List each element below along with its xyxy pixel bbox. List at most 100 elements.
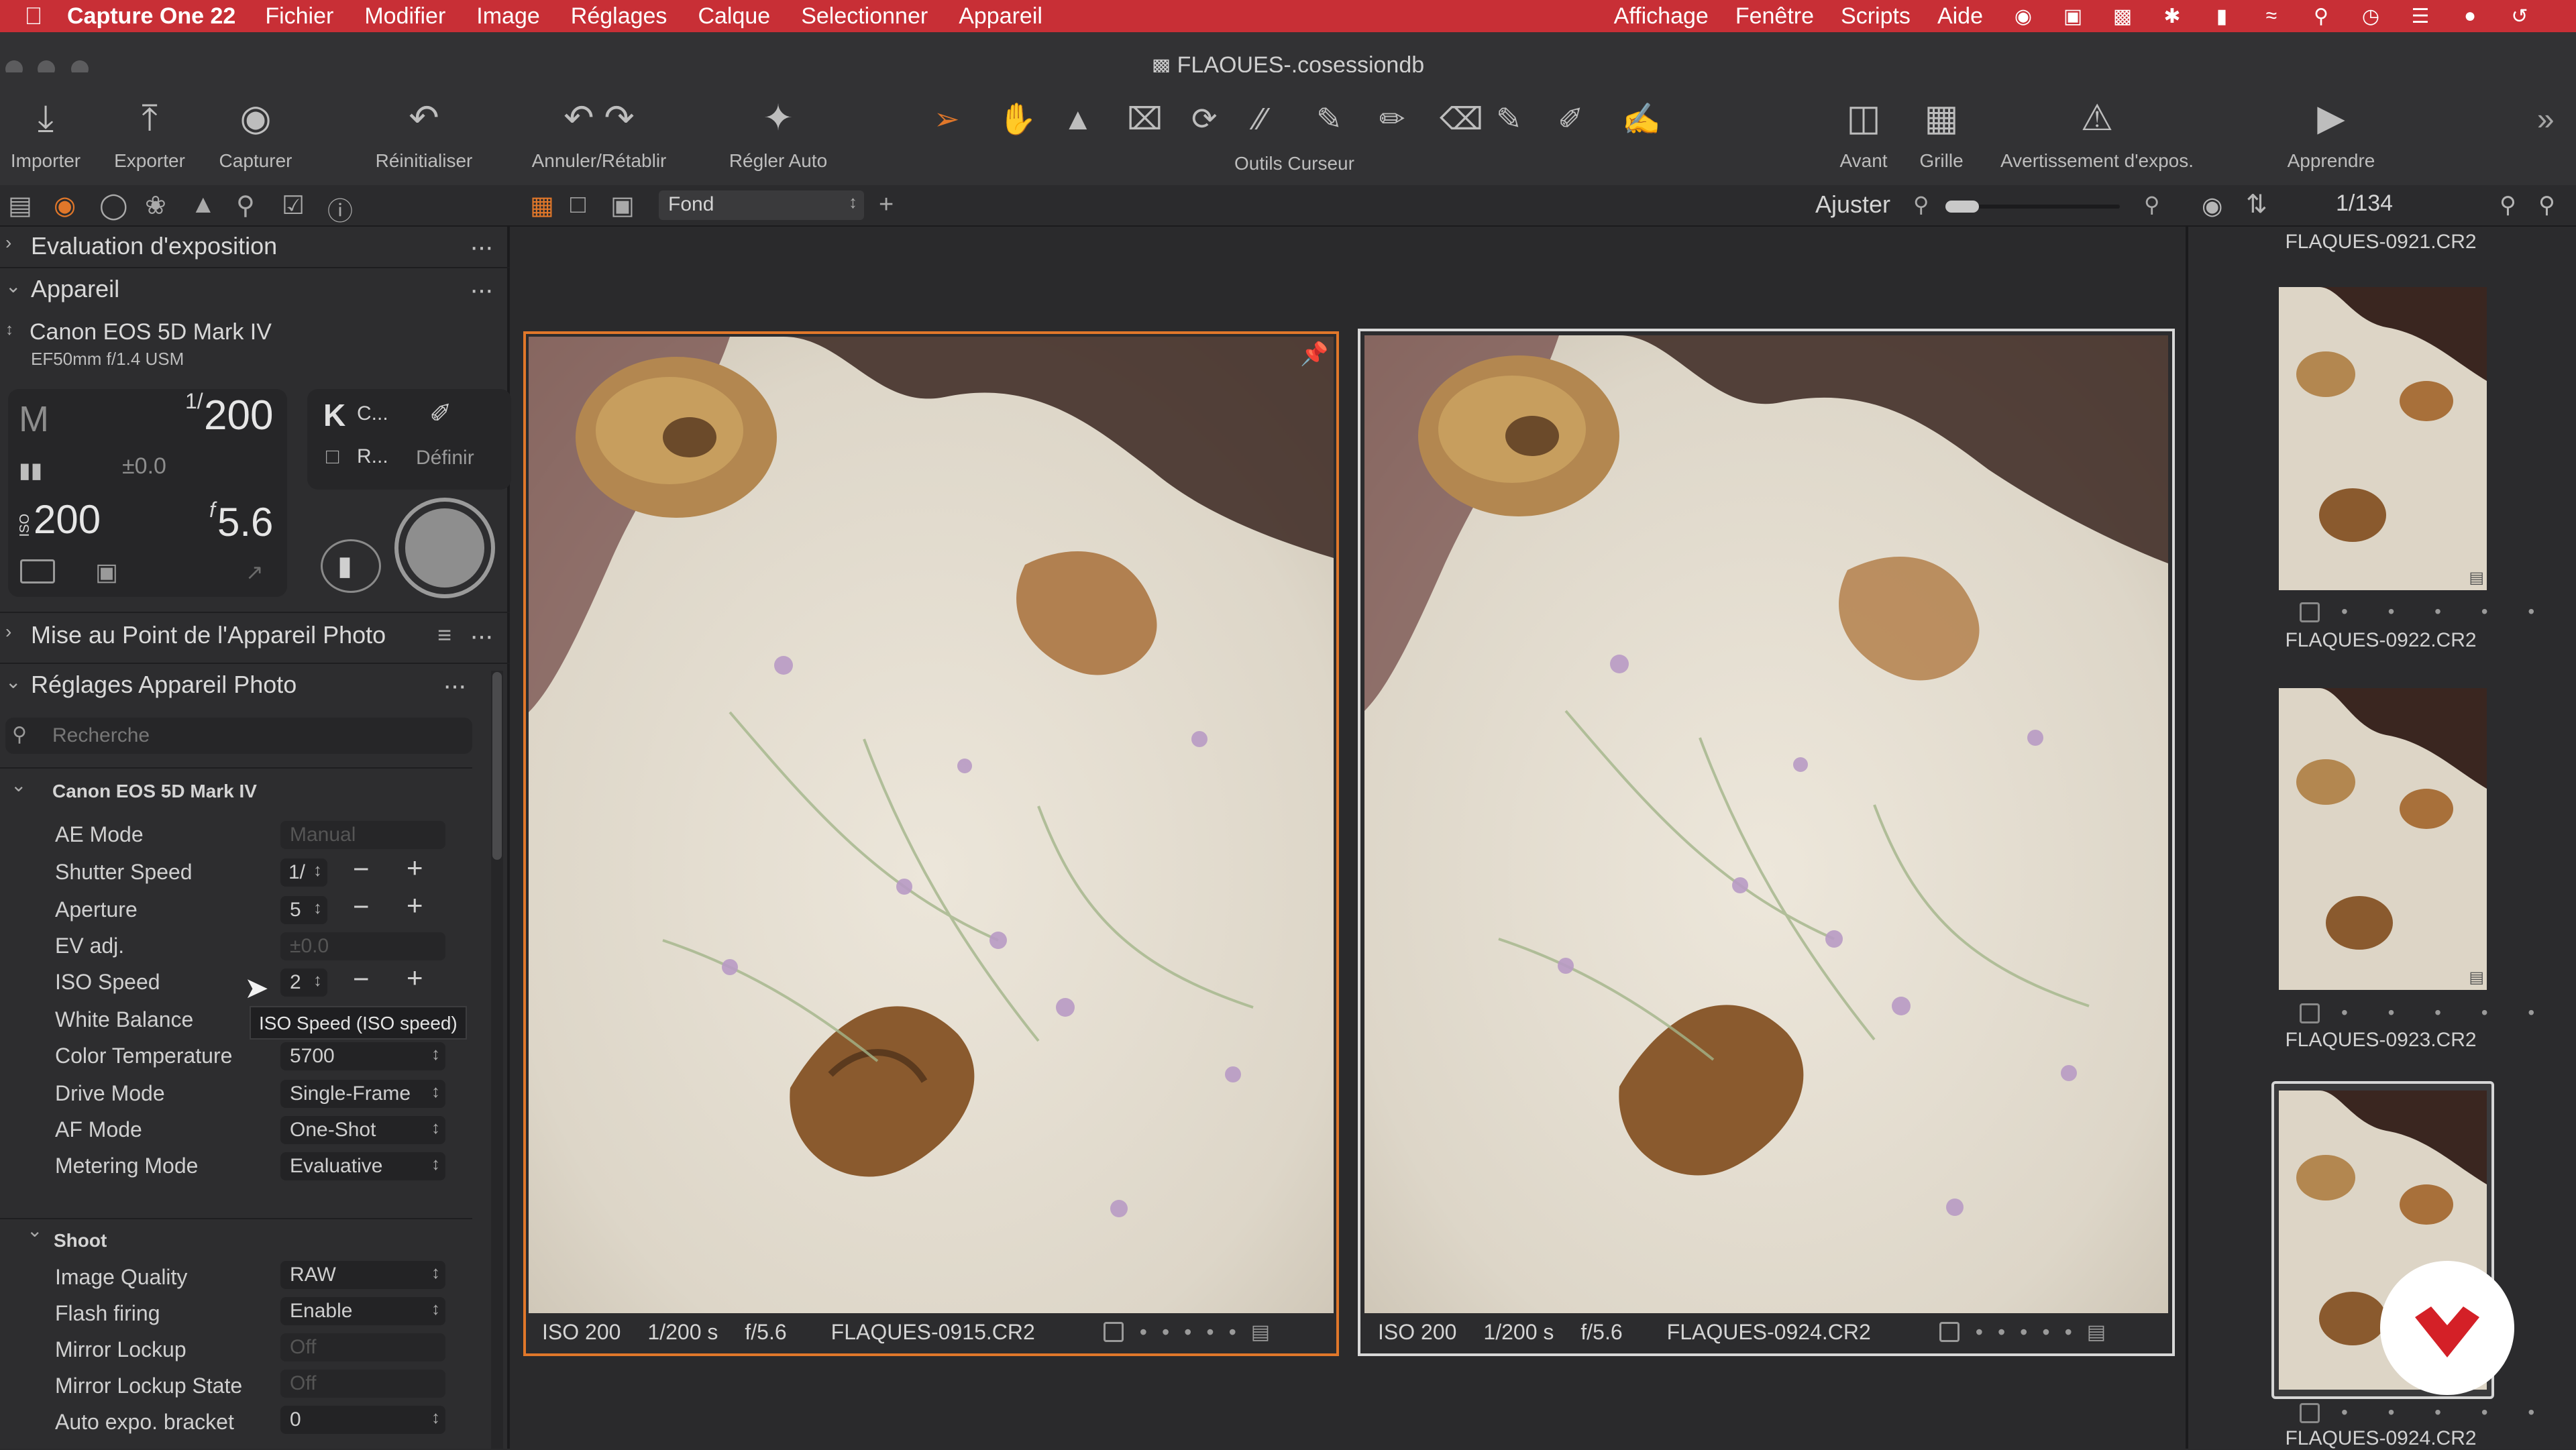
before-button[interactable]: ◫ Avant	[1823, 98, 1904, 172]
single-view-icon[interactable]: □	[570, 190, 586, 219]
crop-icon[interactable]: ⌧	[1127, 101, 1163, 137]
zoom-slider[interactable]	[1945, 201, 2120, 213]
settings-search-input[interactable]: ⚲ Recherche	[5, 718, 472, 754]
bluetooth-icon[interactable]: ✱	[2159, 5, 2186, 27]
more-options-icon[interactable]: ···	[470, 232, 494, 262]
shutter-speed-select[interactable]: 1/ ↕	[280, 858, 327, 887]
rating-dots[interactable]: • • • • •	[2341, 601, 2552, 622]
display-icon[interactable]: ▣	[2059, 5, 2086, 27]
wb-preset-r[interactable]: R...	[357, 445, 388, 468]
chevron-down-icon[interactable]: ⌄	[11, 774, 26, 796]
af-mode-select[interactable]: One-Shot ↕	[280, 1116, 445, 1144]
select-cursor-icon[interactable]: ➢	[934, 101, 960, 137]
filter-search-icon[interactable]: ⚲	[2538, 192, 2555, 219]
select-checkbox[interactable]	[1103, 1322, 1124, 1342]
clock-icon[interactable]: ◷	[2357, 5, 2384, 27]
plus-button[interactable]: +	[407, 962, 423, 994]
list-icon[interactable]: ≡	[437, 621, 451, 649]
camera-select-icon[interactable]: ↕	[5, 321, 13, 339]
exposure-tab-icon[interactable]: ▲	[191, 190, 216, 219]
more-options-icon[interactable]: ···	[470, 621, 494, 651]
live-view-button[interactable]: ▮	[321, 539, 381, 593]
capture-button[interactable]: ◉ Capturer	[212, 98, 299, 172]
zoom-in-icon[interactable]: ⚲	[2144, 192, 2159, 217]
export-button[interactable]: ⤒ Exporter	[106, 98, 193, 172]
multi-view-icon[interactable]: ▦	[530, 190, 554, 221]
rotate-icon[interactable]: ⟳	[1191, 101, 1218, 137]
thumbnail-0922[interactable]: ▤	[2279, 287, 2487, 590]
select-checkbox[interactable]	[2300, 602, 2320, 622]
menu-app-name[interactable]: Capture One 22	[67, 3, 235, 30]
wb-preset-c[interactable]: C...	[357, 402, 388, 425]
menu-affichage[interactable]: Affichage	[1614, 3, 1709, 30]
menu-modifier[interactable]: Modifier	[364, 3, 445, 30]
pin-icon[interactable]: 📌	[1300, 341, 1328, 368]
sort-icon[interactable]: ⇅	[2246, 189, 2267, 219]
capture-tab-icon[interactable]: ◉	[54, 190, 76, 221]
floating-badge-button[interactable]	[2380, 1261, 2514, 1395]
background-select[interactable]: Fond ↕	[659, 190, 864, 220]
color-temperature-select[interactable]: 5700 ↕	[280, 1042, 445, 1070]
aperture-value[interactable]: 5.6	[217, 499, 273, 545]
menu-fenetre[interactable]: Fenêtre	[1735, 3, 1814, 30]
zoom-out-icon[interactable]: ⚲	[1913, 192, 1929, 217]
battery-icon[interactable]: ▮	[2208, 5, 2235, 27]
proof-view-icon[interactable]: ▣	[610, 190, 635, 221]
menu-scripts[interactable]: Scripts	[1841, 3, 1911, 30]
chevron-down-icon[interactable]: ⌄	[27, 1219, 42, 1241]
plus-button[interactable]: +	[407, 852, 423, 884]
adjustments-tab-icon[interactable]: ☑	[282, 190, 305, 221]
image-quality-select[interactable]: RAW ↕	[280, 1261, 445, 1289]
metadata-tab-icon[interactable]: ⓘ	[327, 190, 353, 227]
more-options-icon[interactable]: ···	[443, 671, 467, 701]
color-tab-icon[interactable]: ❀	[145, 190, 166, 221]
learn-button[interactable]: ▶ Apprendre	[2267, 98, 2395, 172]
select-checkbox[interactable]	[1939, 1322, 1960, 1342]
list-small-icon[interactable]: ▤	[2087, 1321, 2106, 1344]
spot-removal-icon[interactable]: ✎	[1316, 101, 1342, 137]
drive-mode-select[interactable]: Single-Frame ↕	[280, 1080, 445, 1108]
menu-aide[interactable]: Aide	[1937, 3, 1983, 30]
list-small-icon[interactable]: ▤	[1251, 1321, 1270, 1344]
camera-model[interactable]: Canon EOS 5D Mark IV	[30, 319, 272, 345]
photo-0924[interactable]	[1364, 335, 2168, 1313]
record-icon[interactable]: ◉	[2010, 5, 2037, 27]
lens-tab-icon[interactable]: ◯	[99, 190, 128, 221]
menu-reglages[interactable]: Réglages	[571, 3, 667, 30]
rating-dots[interactable]: • • • • •	[2341, 1402, 2552, 1423]
thumbnail-0923[interactable]: ▤	[2279, 688, 2487, 990]
rating-dots[interactable]: •••••	[1140, 1320, 1251, 1345]
iso-speed-select[interactable]: 2 ↕	[280, 968, 327, 997]
panel-scrollbar-thumb[interactable]	[492, 672, 502, 860]
zoom-slider-handle[interactable]	[1945, 201, 1979, 213]
rating-dots[interactable]: • • • • •	[2341, 1002, 2552, 1023]
shutter-value[interactable]: 200	[204, 392, 273, 439]
aperture-select[interactable]: 5 ↕	[280, 896, 327, 924]
list-small-icon[interactable]: ▤	[2469, 968, 2484, 987]
picker-icon[interactable]: ✎	[1496, 101, 1522, 137]
hand-icon[interactable]: ✋	[998, 101, 1036, 137]
mask-brush-icon[interactable]: ✏	[1379, 101, 1405, 137]
menu-appareil[interactable]: Appareil	[959, 3, 1042, 30]
keystone-icon[interactable]: ⁄⁄	[1256, 101, 1266, 137]
minus-button[interactable]: −	[353, 963, 370, 995]
iso-value[interactable]: 200	[34, 496, 101, 543]
more-options-icon[interactable]: ···	[470, 275, 494, 305]
select-checkbox[interactable]	[2300, 1003, 2320, 1023]
photo-0915[interactable]	[529, 337, 1334, 1313]
menu-calque[interactable]: Calque	[698, 3, 770, 30]
search-icon[interactable]: ⚲	[2500, 192, 2516, 219]
details-tab-icon[interactable]: ⚲	[236, 190, 255, 221]
flash-firing-select[interactable]: Enable ↕	[280, 1297, 445, 1325]
exposure-warning-button[interactable]: ⚠ Avertissement d'expos.	[1990, 98, 2204, 172]
capture-shutter-button[interactable]	[394, 498, 495, 598]
list-small-icon[interactable]: ▤	[2469, 568, 2484, 588]
screen-share-icon[interactable]: ▩	[2109, 5, 2136, 27]
siri-icon[interactable]: ●	[2457, 5, 2483, 27]
undo-redo-button[interactable]: ↶ ↷ Annuler/Rétablir	[502, 98, 696, 172]
menu-fichier[interactable]: Fichier	[265, 3, 333, 30]
control-center-icon[interactable]: ☰	[2407, 5, 2434, 27]
define-button[interactable]: Définir	[416, 447, 474, 469]
eyedropper-icon[interactable]: ✐	[429, 398, 452, 429]
time-machine-icon[interactable]: ↺	[2506, 5, 2533, 27]
